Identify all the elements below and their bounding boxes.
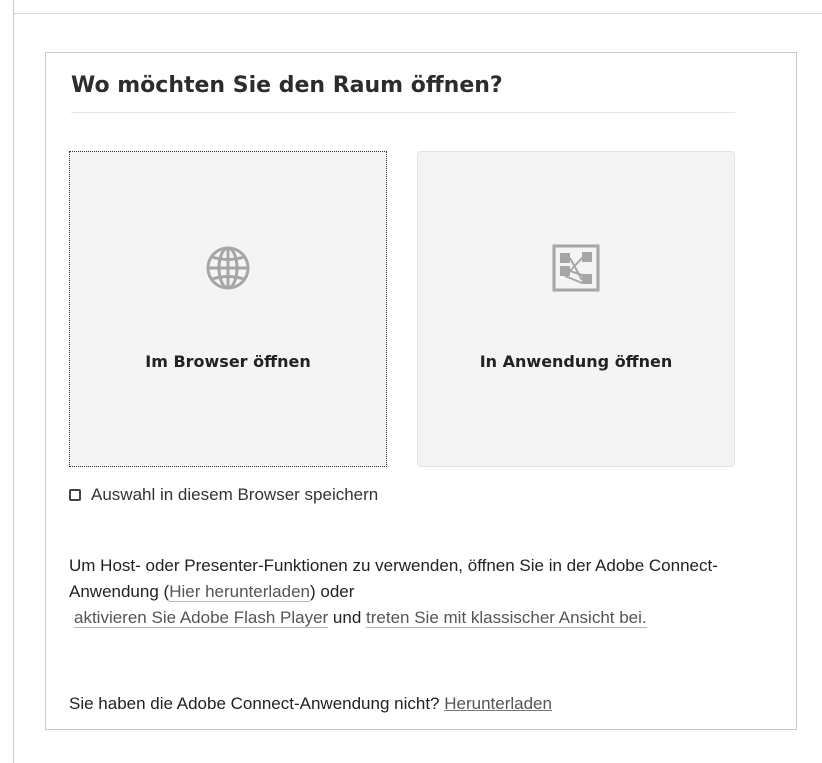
host-presenter-info: Um Host- oder Presenter-Funktionen zu ve…: [69, 553, 739, 631]
open-in-browser-label: Im Browser öffnen: [145, 352, 311, 371]
remember-choice-checkbox[interactable]: [69, 489, 81, 501]
remember-choice-row[interactable]: Auswahl in diesem Browser speichern: [69, 485, 378, 505]
connect-app-icon: [552, 244, 600, 292]
title-divider: [71, 112, 735, 113]
open-room-dialog: Wo möchten Sie den Raum öffnen? Im Brows…: [45, 52, 797, 730]
info-text-3: und: [328, 608, 367, 627]
globe-icon: [206, 246, 250, 290]
open-in-browser-button[interactable]: Im Browser öffnen: [69, 151, 387, 467]
footer-download-link[interactable]: Herunterladen: [444, 694, 552, 713]
info-text-2: ) oder: [310, 582, 355, 601]
activate-flash-link[interactable]: aktivieren Sie Adobe Flash Player: [74, 608, 329, 628]
page-frame-top-border: [13, 13, 822, 14]
info-text-1: Um Host- oder Presenter-Funktionen zu ve…: [69, 556, 718, 601]
no-app-question: Sie haben die Adobe Connect-Anwendung ni…: [69, 694, 445, 713]
remember-choice-label: Auswahl in diesem Browser speichern: [91, 485, 379, 504]
no-app-footer: Sie haben die Adobe Connect-Anwendung ni…: [69, 694, 552, 714]
join-classic-view-link[interactable]: treten Sie mit klassischer Ansicht bei.: [366, 608, 647, 628]
page-frame-left-border: [13, 0, 14, 763]
open-in-application-label: In Anwendung öffnen: [479, 352, 673, 371]
info-paragraph: Um Host- oder Presenter-Funktionen zu ve…: [69, 553, 739, 631]
dialog-title: Wo möchten Sie den Raum öffnen?: [71, 73, 503, 98]
open-in-application-button[interactable]: In Anwendung öffnen: [417, 151, 735, 467]
download-app-link[interactable]: Hier herunterladen: [169, 582, 310, 602]
